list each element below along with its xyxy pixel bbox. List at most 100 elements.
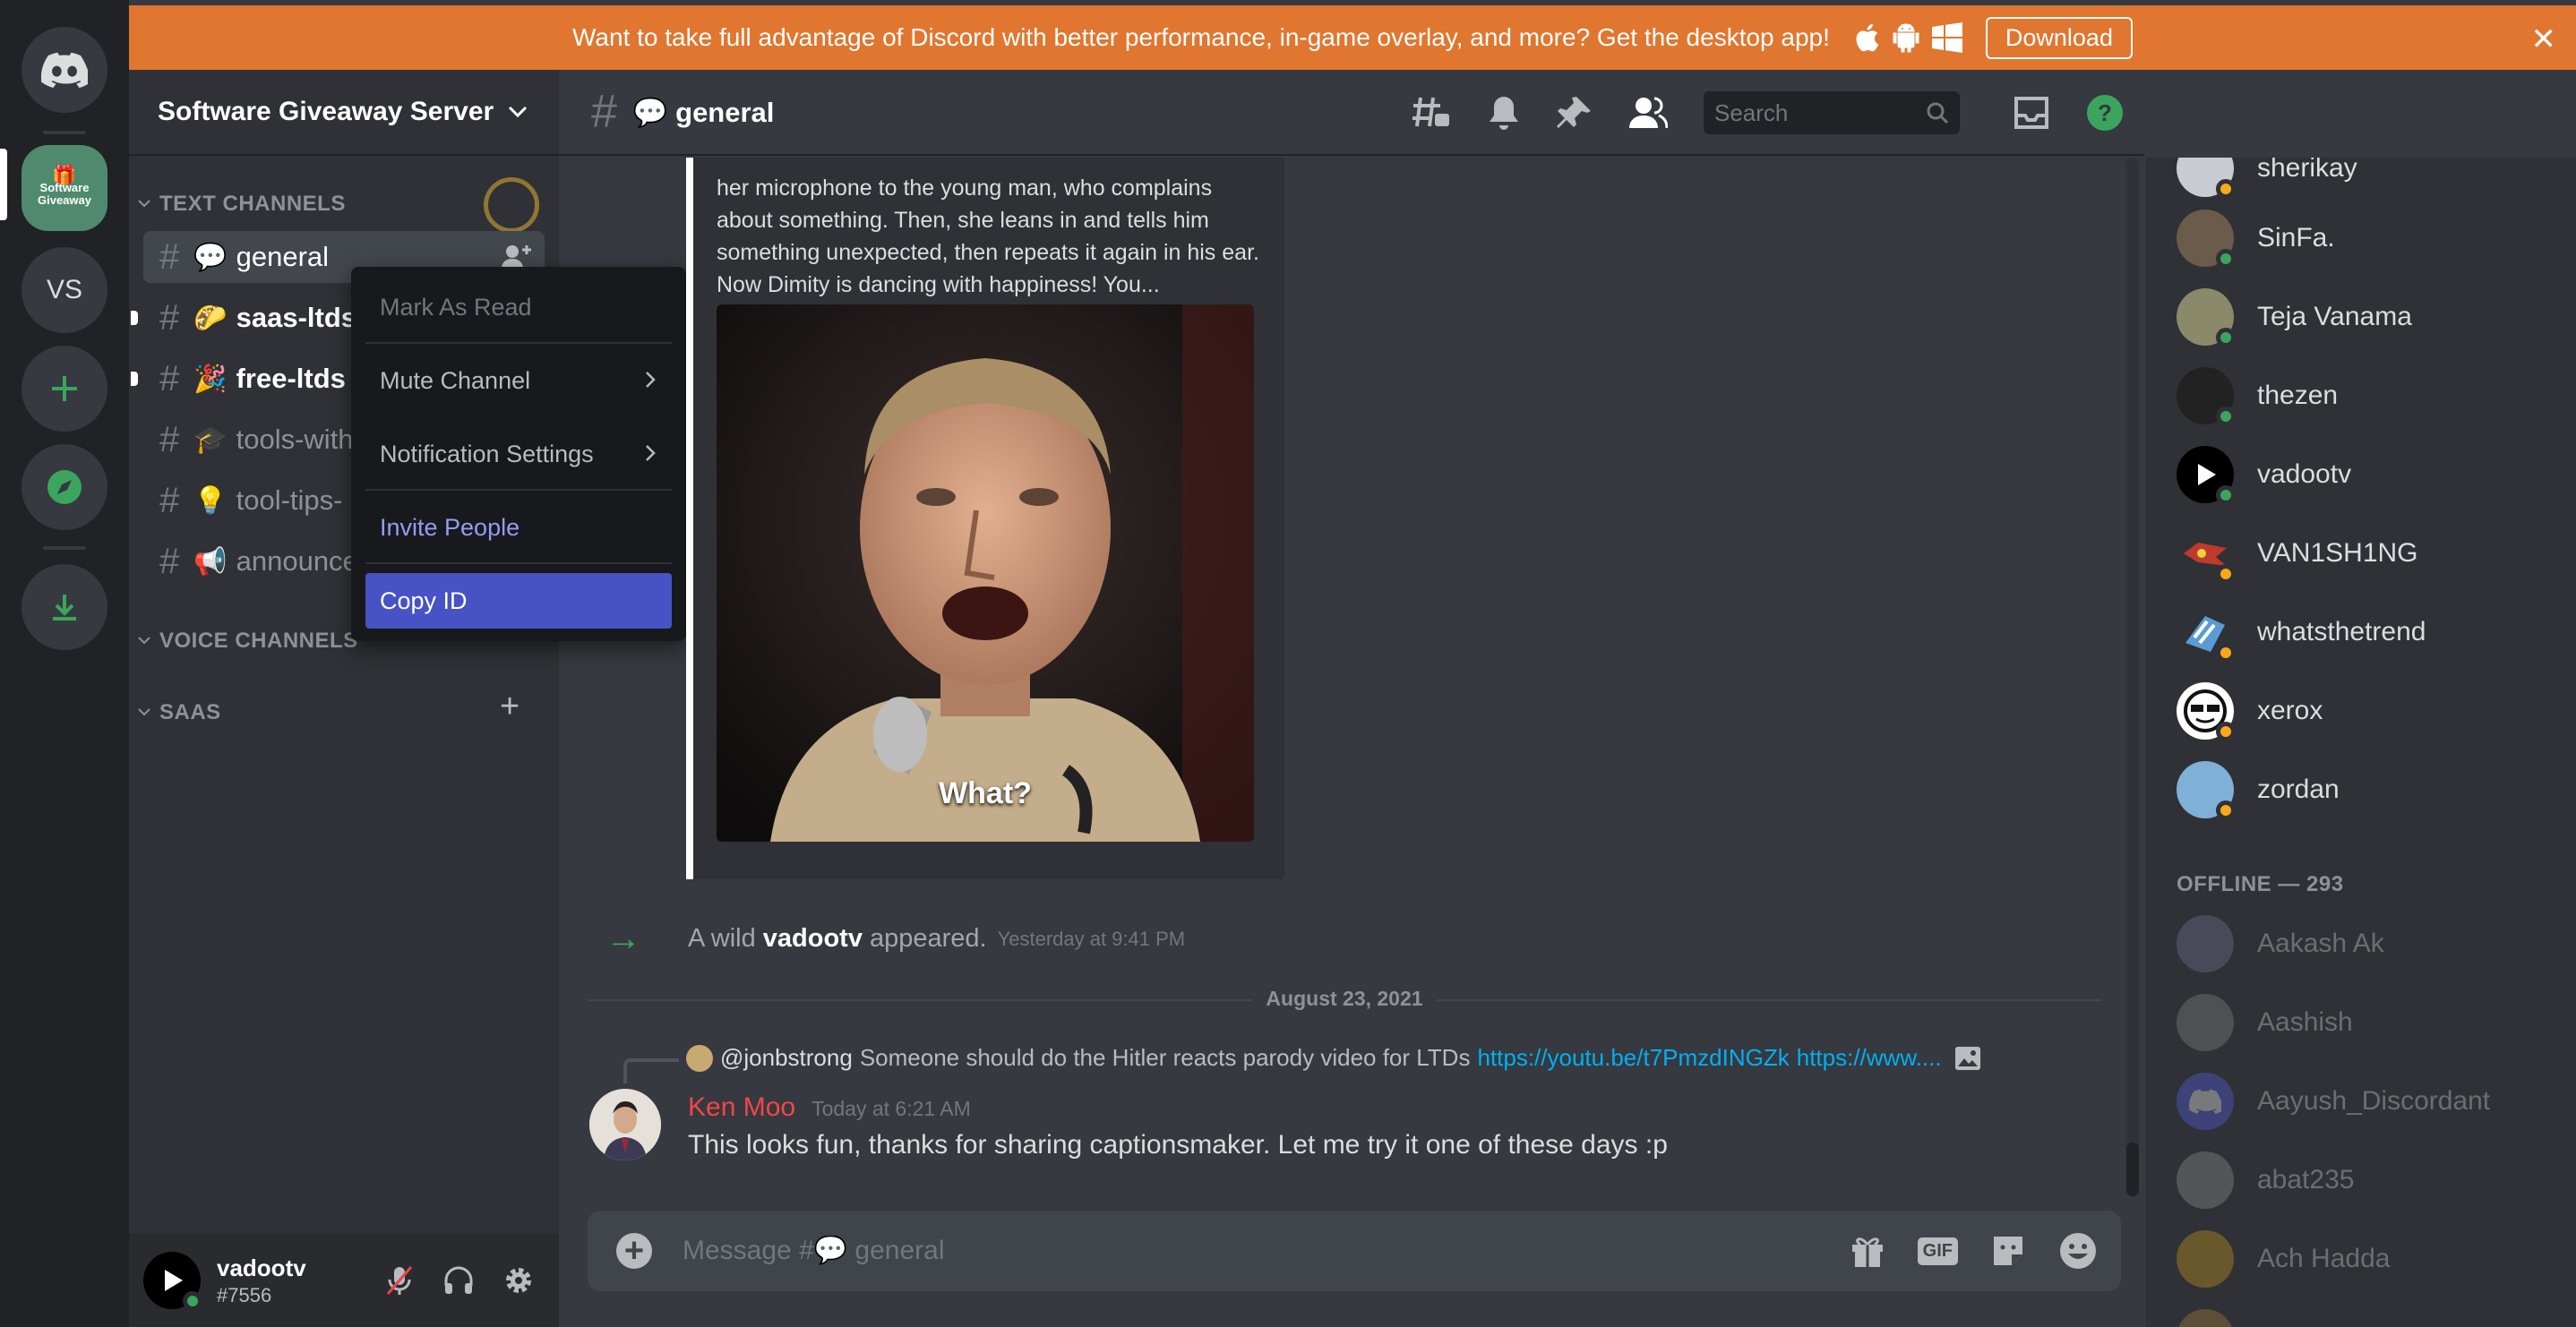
scrollbar-thumb[interactable] [2126, 1143, 2139, 1196]
unread-indicator [131, 311, 138, 325]
message-input[interactable] [683, 1236, 1757, 1266]
member-item[interactable] [2177, 1309, 2234, 1327]
server-header[interactable]: Software Giveaway Server [129, 70, 559, 156]
threads-icon[interactable] [1412, 94, 1451, 132]
sticker-icon[interactable] [1990, 1233, 2026, 1269]
image-icon [1954, 1046, 1981, 1071]
join-username[interactable]: vadootv [763, 924, 863, 954]
reply-preview[interactable]: @jonbstrong Someone should do the Hitler… [686, 1044, 1981, 1072]
gif-button[interactable]: GIF [1917, 1237, 1958, 1265]
download-apps-button[interactable] [21, 564, 107, 650]
member-name: sherikay [2257, 158, 2357, 183]
status-online-dot [2216, 407, 2236, 426]
reply-link[interactable]: https://youtu.be/t7PmzdINGZk [1477, 1044, 1789, 1072]
message-author[interactable]: Ken Moo [688, 1092, 795, 1123]
hashtag-icon: # [591, 86, 617, 138]
plus-icon [48, 372, 81, 405]
add-server-button[interactable] [21, 346, 107, 432]
avatar[interactable] [589, 1089, 661, 1160]
avatar [2177, 367, 2236, 426]
hashtag-icon: # [159, 480, 180, 520]
status-online-dot [2216, 249, 2236, 269]
member-name: Ach Hadda [2257, 1244, 2391, 1273]
message-list: her microphone to the young man, who com… [559, 158, 2128, 1178]
banner-text: Want to take full advantage of Discord w… [572, 23, 1830, 51]
category-text-channels[interactable]: TEXT CHANNELS [138, 192, 346, 217]
emoji-icon[interactable] [2058, 1231, 2098, 1271]
avatar [2177, 682, 2236, 741]
member-item[interactable]: whatsthetrend [2177, 604, 2426, 663]
discord-logo-icon [2189, 1089, 2221, 1114]
member-list: sherikay SinFa. Teja Vanama thezen vadoo… [2146, 158, 2576, 1327]
help-icon[interactable]: ? [2085, 93, 2125, 133]
inbox-icon[interactable] [2014, 96, 2049, 130]
member-item[interactable]: vadootv [2177, 446, 2351, 505]
avatar[interactable] [143, 1252, 202, 1311]
pin-icon[interactable] [1557, 95, 1593, 131]
search-placeholder: Search [1714, 98, 1789, 126]
channel-name: tool-tips- [236, 484, 343, 516]
members-icon[interactable] [1628, 96, 1668, 130]
reply-avatar [686, 1044, 713, 1072]
member-item[interactable]: Ach Hadda [2177, 1230, 2390, 1288]
status-idle-dot [2216, 564, 2236, 584]
svg-text:?: ? [2098, 99, 2112, 126]
avatar [2177, 525, 2236, 584]
close-banner-icon[interactable]: ✕ [2531, 21, 2557, 57]
hashtag-icon: # [159, 541, 180, 581]
apple-icon [1853, 22, 1880, 53]
search-icon [1926, 101, 1949, 124]
join-suffix: appeared. [869, 924, 987, 953]
reply-link[interactable]: https://www.... [1797, 1044, 1942, 1072]
server-software-giveaway[interactable]: 🎁 Software Giveaway [21, 145, 107, 231]
category-label: VOICE CHANNELS [159, 629, 358, 653]
status-idle-dot [2216, 722, 2236, 741]
microphone-muted-icon[interactable] [383, 1264, 416, 1297]
status-online-dot [2216, 328, 2236, 347]
server-vs[interactable]: VS [21, 247, 107, 333]
member-name: Aashish [2257, 1007, 2353, 1037]
unread-indicator [131, 372, 138, 386]
member-item[interactable]: Aakash Ak [2177, 915, 2384, 972]
add-channel-plus-icon[interactable]: + [500, 688, 519, 726]
status-online-dot [2216, 485, 2236, 505]
search-input[interactable]: Search [1704, 91, 1960, 134]
avatar [2177, 994, 2234, 1051]
channel-name: tools-with [236, 424, 354, 455]
category-voice-channels[interactable]: VOICE CHANNELS [138, 629, 358, 654]
member-item[interactable]: Aashish [2177, 994, 2353, 1051]
member-item[interactable]: VAN1SH1NG [2177, 525, 2418, 584]
date-divider-label: August 23, 2021 [1251, 987, 1438, 1011]
member-name: thezen [2257, 381, 2339, 410]
scrollbar-track[interactable] [2126, 158, 2139, 1178]
home-button[interactable] [21, 27, 107, 113]
user-tag: #7556 [217, 1283, 272, 1306]
gift-icon[interactable] [1850, 1233, 1885, 1269]
headphones-icon[interactable] [442, 1264, 475, 1297]
member-item[interactable]: sherikay [2177, 158, 2357, 199]
reply-mention[interactable]: @jonbstrong [720, 1044, 853, 1072]
message-header: Ken Moo Today at 6:21 AM [688, 1092, 971, 1123]
category-saas[interactable]: SAAS [138, 700, 221, 725]
member-item[interactable]: zordan [2177, 761, 2340, 820]
video-embed: her microphone to the young man, who com… [686, 158, 1284, 879]
member-item[interactable]: abat235 [2177, 1151, 2354, 1209]
member-name: abat235 [2257, 1165, 2355, 1194]
bell-icon[interactable] [1487, 95, 1521, 131]
member-item[interactable]: Teja Vanama [2177, 288, 2412, 347]
download-button[interactable]: Download [1985, 16, 2133, 59]
avatar [2177, 1151, 2234, 1209]
member-item[interactable]: xerox [2177, 682, 2323, 741]
chevron-down-icon [138, 200, 150, 209]
embed-thumbnail-image[interactable]: What? [717, 304, 1254, 842]
gear-icon[interactable] [502, 1263, 536, 1297]
upload-plus-icon[interactable]: + [616, 1232, 652, 1270]
member-item[interactable]: SinFa. [2177, 210, 2335, 269]
member-item[interactable]: thezen [2177, 367, 2339, 426]
join-arrow-icon: → [605, 919, 641, 958]
gift-icon: 🎁 [52, 164, 77, 186]
play-icon [2198, 464, 2216, 485]
explore-servers-button[interactable] [21, 444, 107, 530]
avatar [2177, 1073, 2234, 1130]
member-item[interactable]: Aayush_Discordant [2177, 1073, 2490, 1130]
